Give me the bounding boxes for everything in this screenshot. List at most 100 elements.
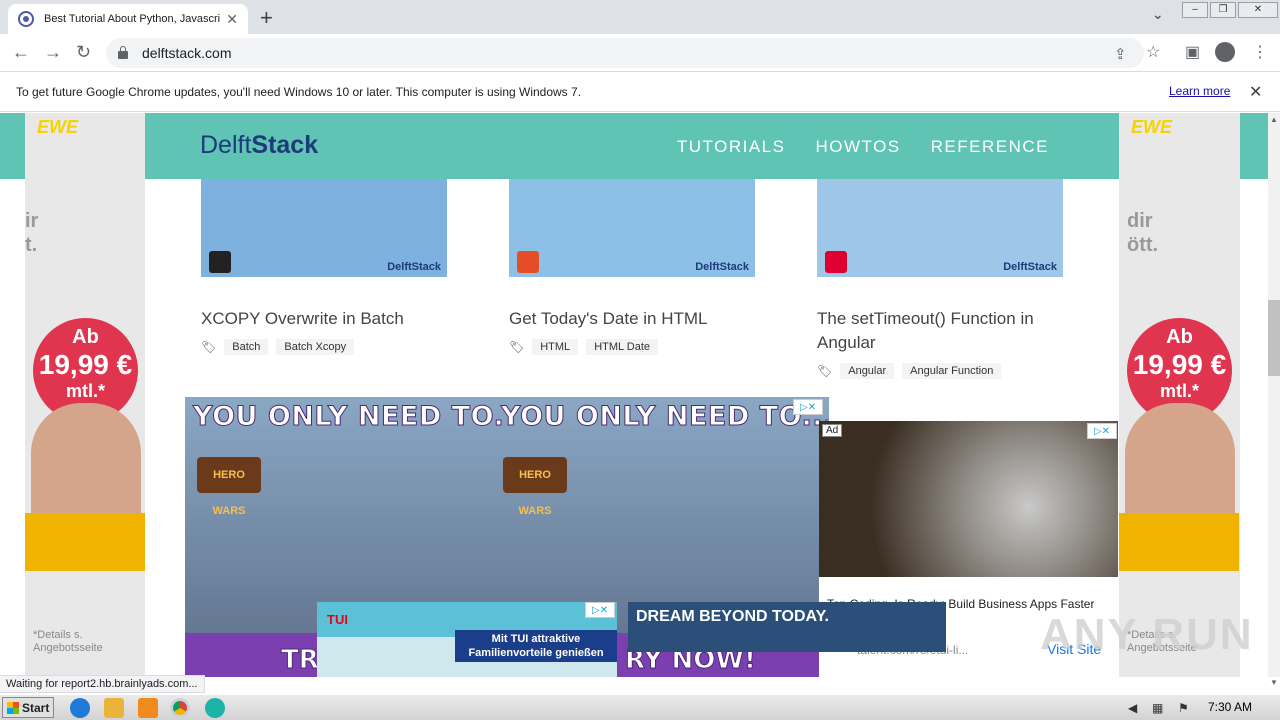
browser-toolbar: ← → ↻ delftstack.com ⇪ ☆ ▣ ⋮ (0, 34, 1280, 72)
article-card[interactable]: DelftStack The setTimeout() Function in … (817, 179, 1063, 379)
minimize-button[interactable]: – (1182, 2, 1208, 18)
html5-icon (517, 251, 539, 273)
chrome-icon[interactable] (170, 698, 190, 718)
price-amount: 19,99 € (1132, 349, 1227, 380)
price-prefix: Ab (1166, 326, 1193, 348)
article-title[interactable]: XCOPY Overwrite in Batch (201, 307, 447, 331)
browser-tab[interactable]: Best Tutorial About Python, Javascri ✕ (8, 4, 248, 34)
tag-chip[interactable]: Angular Function (902, 363, 1002, 379)
ad-cta-left: TR (281, 645, 320, 676)
price-suffix: mtl.* (1159, 381, 1199, 401)
article-title[interactable]: Get Today's Date in HTML (509, 307, 755, 331)
infobar-message: To get future Google Chrome updates, you… (16, 84, 582, 99)
clock[interactable]: 7:30 AM (1208, 700, 1252, 714)
windows-logo-icon (7, 701, 19, 714)
start-button[interactable]: Start (2, 697, 54, 718)
menu-kebab-icon[interactable]: ⋮ (1252, 42, 1268, 62)
infobar-close-icon[interactable]: ✕ (1249, 82, 1262, 102)
angular-icon (825, 251, 847, 273)
status-bubble: Waiting for report2.hb.brainlyads.com... (0, 675, 205, 693)
ie-icon[interactable] (70, 698, 90, 718)
url-text[interactable]: delftstack.com (142, 45, 231, 61)
new-tab-button[interactable]: + (260, 5, 273, 31)
scrollbar-track[interactable] (1268, 113, 1280, 677)
start-label: Start (22, 700, 50, 715)
delftstack-badge: DelftStack (695, 261, 749, 273)
anyrun-watermark: ANY RUN (1040, 610, 1254, 659)
logo-bold-text: Stack (251, 131, 319, 159)
side-ad-left[interactable]: EWE ir t. Ab 19,99 € mtl.* *Details s. Ang… (25, 113, 145, 677)
web-page: EWE ir t. Ab 19,99 € mtl.* *Details s. Ang… (0, 113, 1268, 677)
adchoices-icon[interactable]: ▷✕ (585, 602, 615, 618)
tab-close-icon[interactable]: ✕ (226, 11, 238, 28)
tag-chip[interactable]: Batch (224, 339, 269, 355)
tag-chip[interactable]: Angular (840, 363, 895, 379)
scroll-down-icon[interactable]: ▼ (1270, 678, 1278, 687)
explorer-icon[interactable] (104, 698, 124, 718)
side-panel-icon[interactable]: ▣ (1185, 42, 1200, 62)
tag-icon: 🏷 (509, 340, 525, 354)
tui-ad-text: Mit TUI attraktive Familienvorteile geni… (455, 630, 617, 662)
tui-logo: TUI (327, 612, 348, 627)
scroll-up-icon[interactable]: ▲ (1270, 115, 1278, 124)
site-header: DelftStack TUTORIALS HOWTOS REFERENCE (145, 113, 1118, 179)
site-nav: TUTORIALS HOWTOS REFERENCE (677, 137, 1049, 157)
tab-search-icon[interactable]: ⌄ (1152, 6, 1164, 23)
network-icon[interactable]: ▦ (1152, 701, 1163, 715)
tui-ad[interactable]: TUI Mit TUI attraktive Familienvorteile … (317, 602, 617, 677)
windows-taskbar: Start ◀ ▦ ⚑ 7:30 AM (0, 694, 1280, 720)
close-window-button[interactable]: ✕ (1238, 2, 1278, 18)
nav-howtos[interactable]: HOWTOS (815, 137, 900, 157)
media-player-icon[interactable] (138, 698, 158, 718)
side-ad-tagline: dir ött. (1127, 210, 1159, 256)
tag-chip[interactable]: HTML (532, 339, 579, 355)
article-thumbnail[interactable]: DelftStack (201, 179, 447, 277)
tab-strip: Best Tutorial About Python, Javascri ✕ +… (0, 0, 1280, 34)
dream-ad[interactable]: DREAM BEYOND TODAY. (628, 602, 946, 652)
delftstack-badge: DelftStack (1003, 261, 1057, 273)
restore-button[interactable]: ❐ (1210, 2, 1236, 18)
reload-icon[interactable]: ↻ (76, 42, 91, 63)
back-icon[interactable]: ← (12, 42, 30, 63)
bookmark-star-icon[interactable]: ☆ (1146, 42, 1160, 62)
side-ad-tagline: ir t. (25, 210, 39, 256)
article-thumbnail[interactable]: DelftStack (509, 179, 755, 277)
lock-icon[interactable] (118, 46, 128, 59)
tag-icon: 🏷 (817, 364, 833, 378)
side-ad-right[interactable]: EWE dir ött. Ab 19,99 € mtl.* *Details s.… (1119, 113, 1240, 677)
profile-avatar[interactable] (1215, 42, 1235, 62)
dream-ad-text: DREAM BEYOND TODAY. (636, 608, 829, 625)
adchoices-icon[interactable]: ▷✕ (1087, 423, 1117, 439)
learn-more-link[interactable]: Learn more (1169, 84, 1230, 98)
window-controls: – ❐ ✕ (1182, 2, 1278, 18)
article-card[interactable]: DelftStack XCOPY Overwrite in Batch 🏷 Ba… (201, 179, 447, 355)
share-icon[interactable]: ⇪ (1114, 45, 1127, 63)
ad-details-text: *Details s. Angebotsseite (33, 629, 103, 654)
site-favicon-icon (18, 11, 34, 27)
batch-icon (209, 251, 231, 273)
ad-model-sweater (25, 513, 145, 571)
site-logo[interactable]: DelftStack (200, 131, 318, 160)
tag-chip[interactable]: Batch Xcopy (276, 339, 355, 355)
article-thumbnail[interactable]: DelftStack (817, 179, 1063, 277)
ad-headline: YOU ONLY NEED TO. (192, 401, 505, 433)
adchoices-icon[interactable]: ▷✕ (793, 399, 823, 415)
edge-icon[interactable] (205, 698, 225, 718)
article-card[interactable]: DelftStack Get Today's Date in HTML 🏷 HT… (509, 179, 755, 355)
scrollbar-thumb[interactable] (1268, 300, 1280, 376)
ad-image (819, 421, 1118, 577)
nav-reference[interactable]: REFERENCE (931, 137, 1049, 157)
forward-icon[interactable]: → (44, 42, 62, 63)
tag-chip[interactable]: HTML Date (586, 339, 659, 355)
price-amount: 19,99 € (38, 349, 133, 380)
herowars-logo: HERO WARS (197, 457, 261, 517)
nav-tutorials[interactable]: TUTORIALS (677, 137, 786, 157)
ad-label: Ad (822, 424, 843, 437)
flag-icon[interactable]: ⚑ (1178, 701, 1189, 715)
tag-list: 🏷 HTML HTML Date (509, 339, 755, 355)
ad-model-sweater (1119, 513, 1239, 571)
address-bar[interactable]: delftstack.com ⇪ (106, 38, 1144, 68)
article-title[interactable]: The setTimeout() Function in Angular (817, 307, 1063, 355)
price-prefix: Ab (72, 326, 99, 348)
volume-icon[interactable]: ◀ (1128, 701, 1137, 715)
